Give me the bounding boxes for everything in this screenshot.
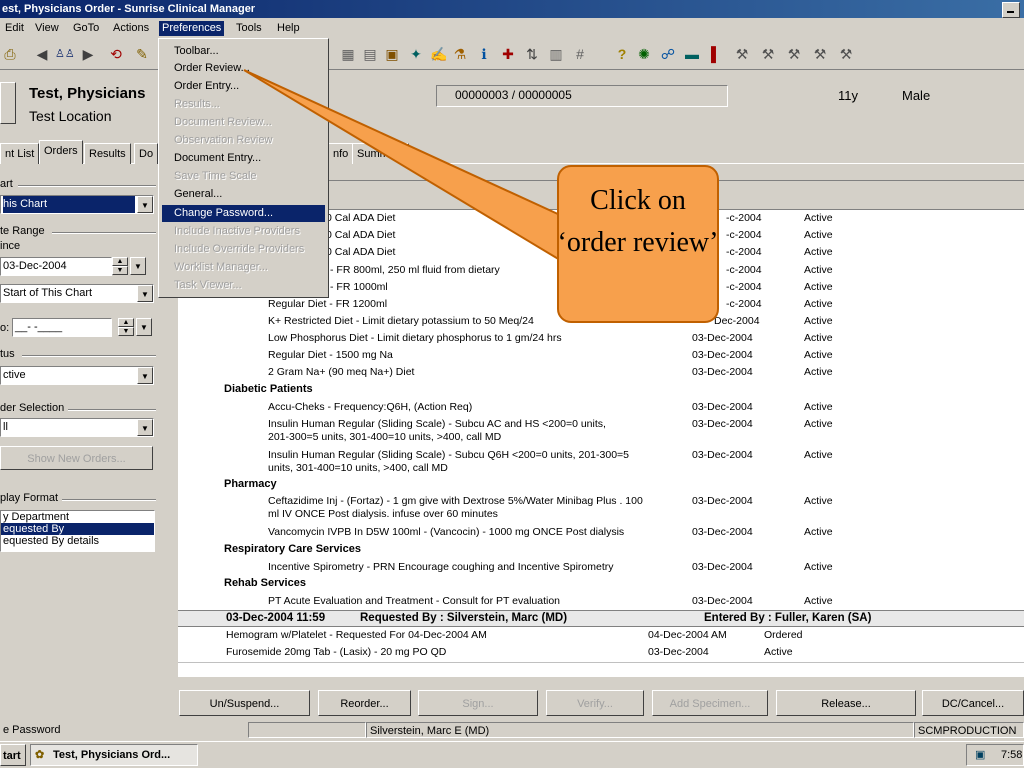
callout-pointer [243,69,561,262]
callout-text: Click on ‘order review’ [557,185,719,258]
callout-arrow [243,69,561,262]
